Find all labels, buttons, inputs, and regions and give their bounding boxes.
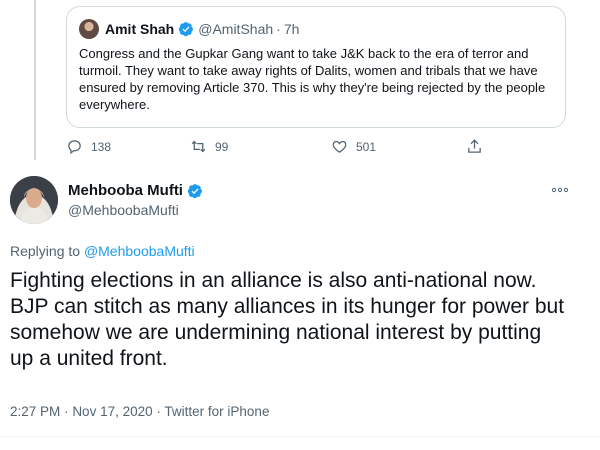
share-icon xyxy=(468,139,481,153)
author-avatar-image xyxy=(10,176,58,224)
quoted-author-handle[interactable]: @AmitShah xyxy=(198,21,273,37)
tweet-text: Fighting elections in an alliance is als… xyxy=(10,269,565,370)
quoted-tweet-time[interactable]: 7h xyxy=(284,21,300,37)
author-handle[interactable]: @MehboobaMufti xyxy=(68,202,179,218)
tweet-date[interactable]: Nov 17, 2020 xyxy=(72,404,152,419)
author-avatar[interactable] xyxy=(10,176,58,224)
retweet-icon xyxy=(191,140,206,153)
reply-button[interactable]: 138 xyxy=(66,138,111,155)
thread-connector-line xyxy=(34,0,36,160)
quoted-tweet-text: Congress and the Gupkar Gang want to tak… xyxy=(79,46,546,112)
retweet-count: 99 xyxy=(215,139,229,154)
reply-count: 138 xyxy=(91,139,112,154)
author-name-row: Mehbooba Mufti xyxy=(68,182,207,199)
divider xyxy=(0,436,600,437)
like-count: 501 xyxy=(356,139,377,154)
quoted-tweet-header: Amit Shah @AmitShah · 7h xyxy=(79,16,299,42)
verified-badge-icon xyxy=(179,22,194,37)
quoted-tweet-actions: 138 99 501 xyxy=(66,138,506,160)
reply-icon xyxy=(68,140,81,155)
heart-icon xyxy=(332,140,347,153)
quoted-author-avatar[interactable] xyxy=(79,19,99,39)
replying-to-link[interactable]: @MehboobaMufti xyxy=(84,243,195,259)
tweet-source[interactable]: Twitter for iPhone xyxy=(164,404,269,419)
replying-to-prefix: Replying to xyxy=(10,243,81,259)
quoted-author-name[interactable]: Amit Shah xyxy=(105,21,174,37)
author-name[interactable]: Mehbooba Mufti xyxy=(68,182,183,199)
retweet-button[interactable]: 99 xyxy=(190,138,228,155)
meta-separator: · xyxy=(156,404,161,419)
verified-badge-icon xyxy=(187,183,202,198)
share-button[interactable] xyxy=(466,138,491,155)
tweet-meta: 2:27 PM · Nov 17, 2020 · Twitter for iPh… xyxy=(10,404,269,419)
header-separator: · xyxy=(276,21,281,37)
more-options-icon[interactable] xyxy=(550,182,570,198)
tweet-time[interactable]: 2:27 PM xyxy=(10,404,60,419)
replying-to-line: Replying to @MehboobaMufti xyxy=(10,243,195,259)
meta-separator: · xyxy=(64,404,69,419)
like-button[interactable]: 501 xyxy=(331,138,376,155)
quoted-tweet-card[interactable]: Amit Shah @AmitShah · 7h Congress and th… xyxy=(66,6,566,128)
